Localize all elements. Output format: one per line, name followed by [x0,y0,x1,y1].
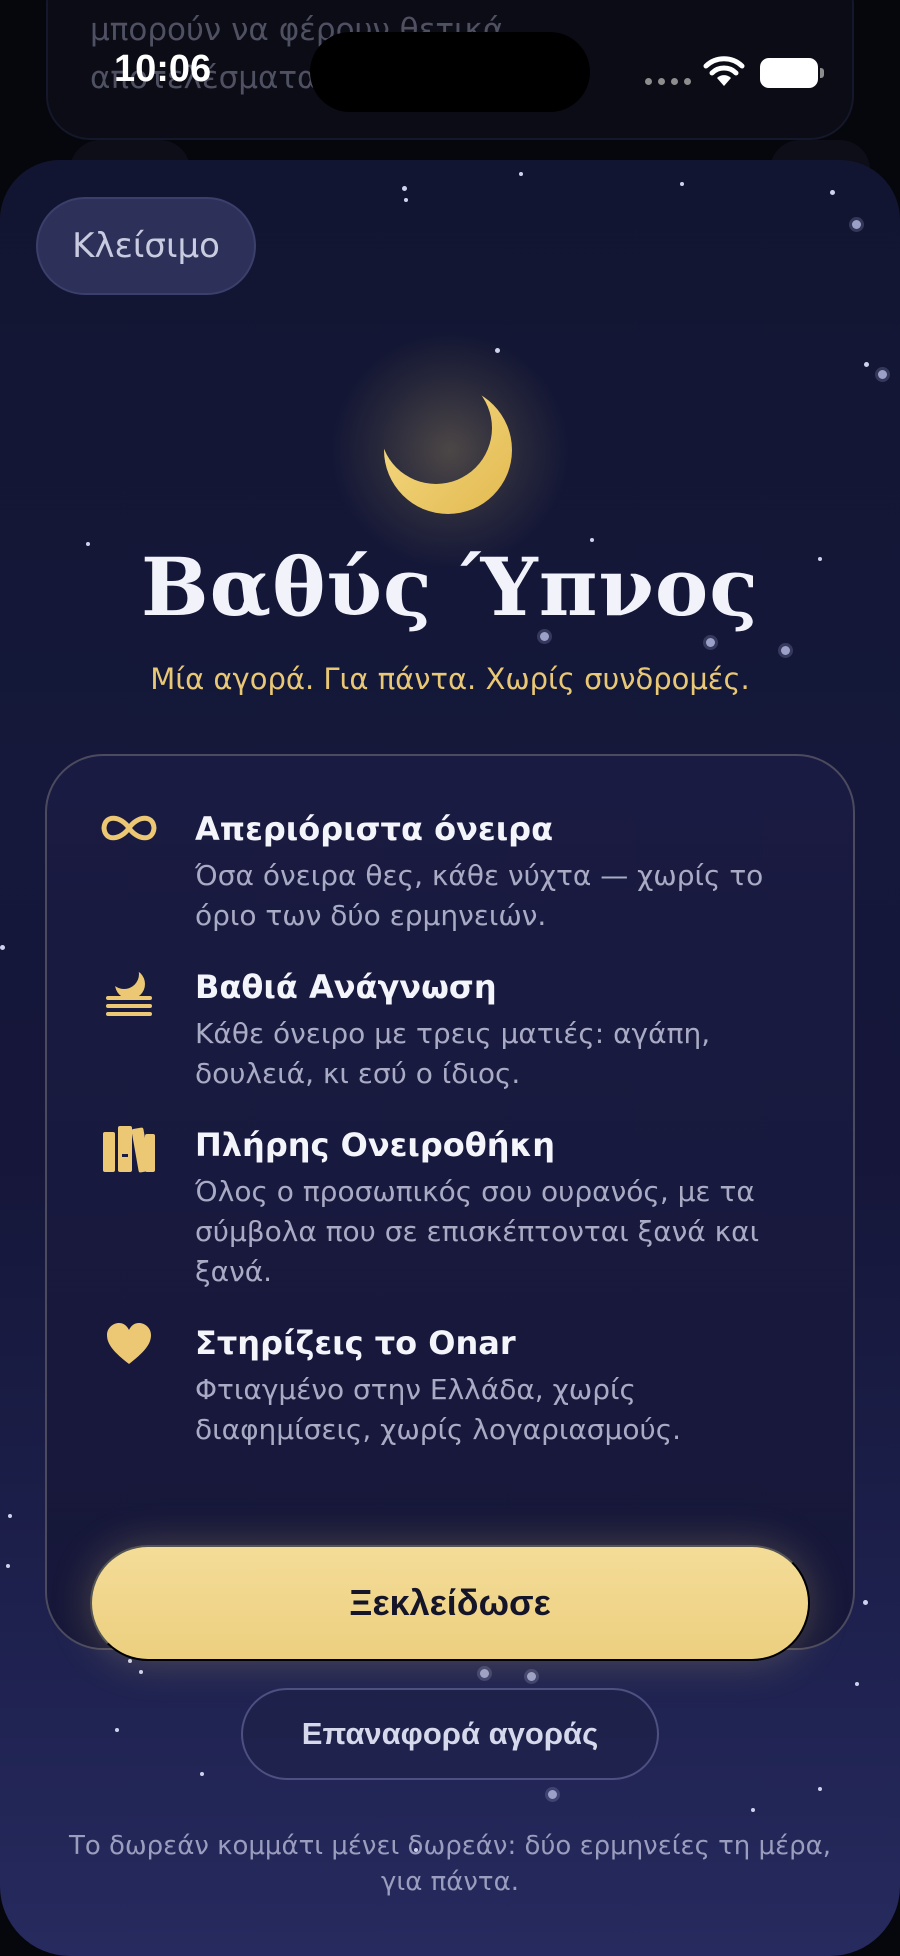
star [139,1670,143,1674]
star [402,186,407,191]
star [680,182,684,186]
feature-heading: Στηρίζεις το Onar [195,1324,516,1362]
paywall-title: Βαθύς Ύπνος [141,540,759,634]
star [706,638,715,647]
free-tier-note: Το δωρεάν κομμάτι μένει δωρεάν: δύο ερμη… [68,1831,832,1897]
paywall-subtitle: Μία αγορά. Για πάντα. Χωρίς συνδρομές. [150,662,750,696]
star [852,220,861,229]
star [548,1790,557,1799]
dynamic-island [310,32,590,112]
star [200,1772,204,1776]
wifi-icon [703,56,745,86]
close-button[interactable]: Κλείσιμο [36,197,256,295]
feature-description: Φτιαγμένο στην Ελλάδα, χωρίς διαφημίσεις… [195,1373,682,1446]
star [751,1808,755,1812]
star [6,1564,10,1568]
star [818,1787,822,1791]
star [864,362,869,367]
star [404,198,408,202]
infinity-icon [99,808,159,864]
status-time: 10:06 [114,48,212,90]
books-icon [99,1124,159,1180]
unlock-button[interactable]: Ξεκλείδωσε [90,1545,810,1661]
star [527,1672,536,1681]
paywall-sheet: Κλείσιμο Βαθύς Ύπνος Μία αγορά. Για πάντ… [0,160,900,1956]
crescent-moon-icon [384,386,512,514]
star [8,1514,12,1518]
restore-purchase-button[interactable]: Επαναφορά αγοράς [241,1688,659,1780]
star [855,1682,859,1686]
star [830,190,835,195]
star [115,1728,119,1732]
heart-icon [99,1322,159,1378]
battery-icon [760,58,824,88]
star [0,945,5,950]
features-card: Απεριόριστα όνειρα Όσα όνειρα θες, κάθε … [45,754,855,1650]
cellular-signal-icon [645,78,691,85]
star [128,1659,132,1663]
feature-heading: Απεριόριστα όνειρα [195,810,554,848]
feature-heading: Πλήρης Ονειροθήκη [195,1126,556,1164]
star [863,1600,868,1605]
feature-description: Κάθε όνειρο με τρεις ματιές: αγάπη, δουλ… [195,1017,711,1090]
star [519,172,523,176]
star [781,646,790,655]
feature-description: Όλος ο προσωπικός σου ουρανός, με τα σύμ… [195,1175,760,1288]
star [480,1669,489,1678]
feature-heading: Βαθιά Ανάγνωση [195,968,497,1006]
star [878,370,887,379]
feature-description: Όσα όνειρα θες, κάθε νύχτα — χωρίς το όρ… [195,859,764,932]
moon-haze-icon [99,966,159,1022]
